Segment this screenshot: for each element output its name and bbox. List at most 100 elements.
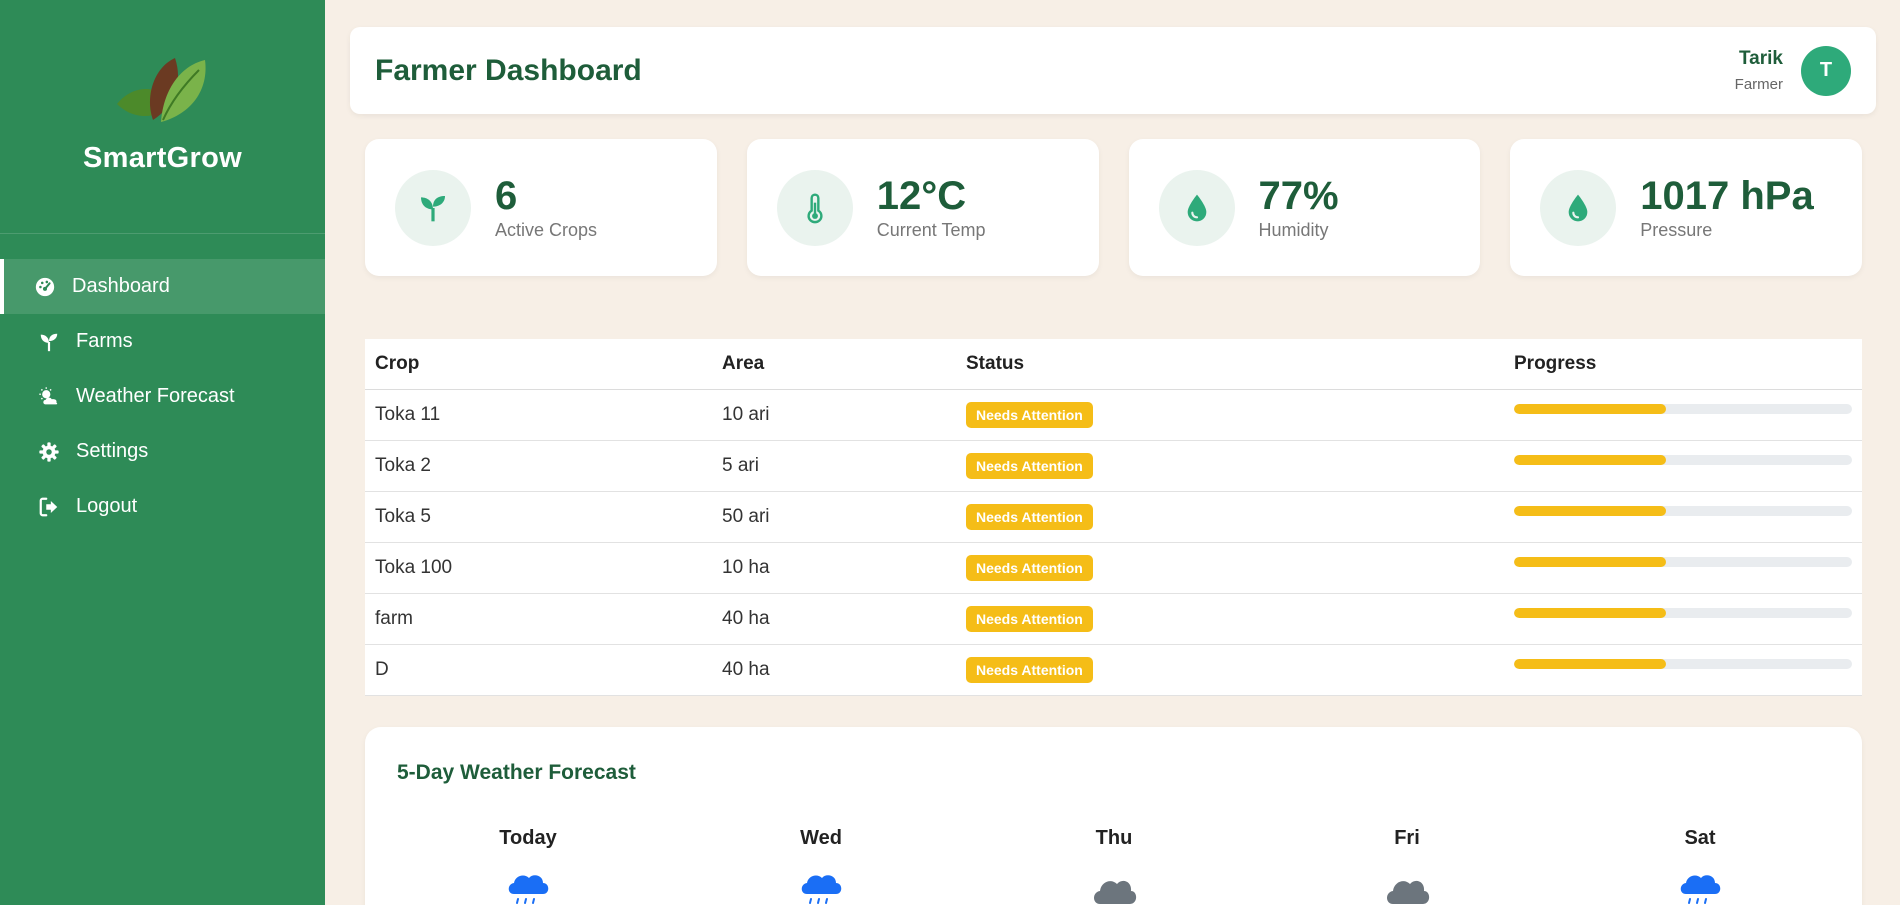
table-row: D 40 ha Needs Attention <box>365 644 1862 696</box>
progress-fill <box>1514 505 1667 516</box>
crops-table: Crop Area Status Progress Toka 11 10 ari… <box>365 339 1862 696</box>
stat-card-current-temp: 12°C Current Temp <box>746 139 1099 276</box>
status-badge: Needs Attention <box>966 401 1093 428</box>
stat-card-active-crops: 6 Active Crops <box>365 139 717 276</box>
sidebar-item-label: Weather Forecast <box>76 385 235 407</box>
column-header: Area <box>712 339 956 390</box>
progress-bar <box>1514 454 1852 465</box>
table-row: Toka 5 50 ari Needs Attention <box>365 491 1862 543</box>
status-badge: Needs Attention <box>966 554 1093 581</box>
crop-area: 40 ha <box>712 644 956 696</box>
table-header-row: Crop Area Status Progress <box>365 339 1862 390</box>
sidebar-item-weather-forecast[interactable]: Weather Forecast <box>0 369 325 424</box>
sidebar-item-label: Farms <box>76 330 133 352</box>
progress-bar <box>1514 403 1852 414</box>
progress-bar <box>1514 505 1852 516</box>
forecast-day: Wed <box>761 827 881 905</box>
sidebar-item-settings[interactable]: Settings <box>0 424 325 479</box>
stats-row: 6 Active Crops 12°C Current Temp 77% Hum… <box>365 139 1862 276</box>
stat-value: 77% <box>1258 174 1339 218</box>
page-title: Farmer Dashboard <box>375 53 642 87</box>
cloud-icon <box>1094 880 1137 904</box>
progress-fill <box>1514 403 1667 414</box>
crop-area: 5 ari <box>712 440 956 492</box>
column-header: Status <box>956 339 1504 390</box>
day-name: Today <box>499 827 557 849</box>
droplet-icon <box>1540 169 1617 246</box>
cloud-rain-icon <box>508 875 549 904</box>
avatar[interactable]: T <box>1801 45 1851 96</box>
weather-title: 5-Day Weather Forecast <box>397 761 636 784</box>
top-bar: Farmer Dashboard Tarik Farmer T <box>350 27 1876 114</box>
crop-name: farm <box>365 593 712 645</box>
gauge-icon <box>32 274 58 300</box>
sidebar-nav: Dashboard Farms Weather Forecast Setting… <box>0 259 325 534</box>
seedling-icon <box>395 169 471 246</box>
day-name: Sat <box>1684 827 1716 849</box>
cloud-rain-icon <box>801 875 842 904</box>
day-name: Thu <box>1095 827 1133 849</box>
sidebar-item-label: Logout <box>76 495 138 517</box>
user-profile[interactable]: Tarik Farmer T <box>1735 45 1851 96</box>
droplet-icon <box>1158 169 1235 246</box>
cloud-rain-icon <box>1680 875 1721 904</box>
logout-icon <box>36 494 62 520</box>
crop-name: Toka 5 <box>365 491 712 543</box>
day-name: Fri <box>1394 827 1420 849</box>
stat-value: 12°C <box>876 174 967 218</box>
status-badge: Needs Attention <box>966 452 1093 479</box>
sidebar-item-farms[interactable]: Farms <box>0 314 325 369</box>
sidebar: SmartGrow Dashboard Farms Weather Foreca… <box>0 0 325 905</box>
brand: SmartGrow <box>0 0 325 234</box>
user-role: Farmer <box>1734 76 1783 93</box>
column-header: Crop <box>365 339 712 390</box>
stat-card-pressure: 1017 hPa Pressure <box>1510 139 1862 276</box>
progress-fill <box>1514 454 1667 465</box>
table-row: farm 40 ha Needs Attention <box>365 593 1862 645</box>
stat-label: Pressure <box>1640 220 1713 240</box>
crop-area: 10 ha <box>712 542 956 594</box>
crop-area: 50 ari <box>712 491 956 543</box>
leaf-logo-icon <box>116 58 206 122</box>
forecast-day: Thu <box>1054 827 1174 905</box>
gear-icon <box>36 439 62 465</box>
brand-name: SmartGrow <box>82 142 242 174</box>
thermometer-icon <box>776 169 853 246</box>
forecast-day: Today <box>468 827 588 905</box>
stat-label: Active Crops <box>495 220 598 240</box>
sidebar-item-label: Settings <box>76 440 149 462</box>
stat-card-humidity: 77% Humidity <box>1128 139 1481 276</box>
table-row: Toka 11 10 ari Needs Attention <box>365 389 1862 441</box>
progress-fill <box>1514 658 1667 669</box>
progress-bar <box>1514 658 1852 669</box>
cloud-sun-icon <box>36 384 62 410</box>
status-badge: Needs Attention <box>966 605 1093 632</box>
crop-area: 40 ha <box>712 593 956 645</box>
crop-name: Toka 2 <box>365 440 712 492</box>
table-row: Toka 2 5 ari Needs Attention <box>365 440 1862 492</box>
weather-forecast-card: 5-Day Weather Forecast Today Wed Thu Fri… <box>365 727 1862 905</box>
user-name: Tarik <box>1738 48 1783 69</box>
progress-bar <box>1514 556 1852 567</box>
crop-area: 10 ari <box>712 389 956 441</box>
seedling-icon <box>36 329 62 355</box>
stat-value: 1017 hPa <box>1640 174 1814 218</box>
table-row: Toka 100 10 ha Needs Attention <box>365 542 1862 594</box>
cloud-icon <box>1387 880 1430 904</box>
crop-name: D <box>365 644 712 696</box>
sidebar-item-logout[interactable]: Logout <box>0 479 325 534</box>
column-header: Progress <box>1504 339 1862 390</box>
sidebar-item-dashboard[interactable]: Dashboard <box>0 259 325 314</box>
sidebar-item-label: Dashboard <box>72 275 170 297</box>
progress-bar <box>1514 607 1852 618</box>
day-name: Wed <box>800 827 842 849</box>
crop-name: Toka 100 <box>365 542 712 594</box>
status-badge: Needs Attention <box>966 503 1093 530</box>
status-badge: Needs Attention <box>966 656 1093 683</box>
user-info: Tarik Farmer <box>1735 48 1783 93</box>
progress-fill <box>1514 607 1667 618</box>
stat-label: Current Temp <box>876 220 986 240</box>
crop-name: Toka 11 <box>365 389 712 441</box>
stat-label: Humidity <box>1258 220 1329 240</box>
forecast-day: Sat <box>1640 827 1760 905</box>
